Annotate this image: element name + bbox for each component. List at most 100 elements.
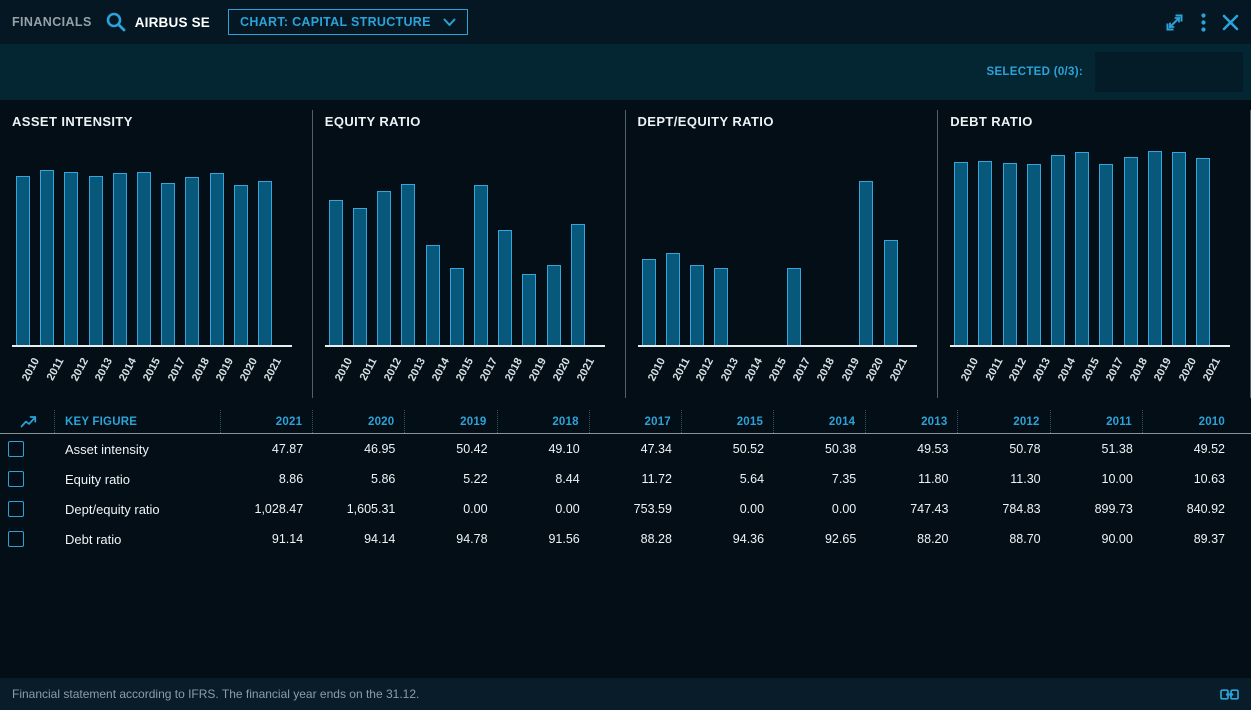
value-cell: 784.83 — [958, 502, 1050, 516]
bar-2020[interactable] — [1172, 152, 1186, 345]
x-tick-label: 2019 — [527, 356, 549, 383]
bar-2011[interactable] — [666, 253, 680, 345]
bar-2011[interactable] — [978, 161, 992, 346]
chart-plot — [626, 140, 939, 345]
bar-2017[interactable] — [1099, 164, 1113, 345]
value-cell: 747.43 — [866, 502, 958, 516]
x-tick-label: 2015 — [454, 356, 476, 383]
bar-2010[interactable] — [954, 162, 968, 345]
chart-plot — [0, 140, 313, 345]
row-checkbox[interactable] — [8, 501, 24, 517]
bar-2010[interactable] — [329, 200, 343, 345]
x-tick-label: 2017 — [791, 356, 813, 383]
bar-2020[interactable] — [234, 185, 248, 345]
bar-2018[interactable] — [1124, 157, 1138, 345]
checkbox-cell — [0, 471, 55, 487]
row-checkbox[interactable] — [8, 471, 24, 487]
value-cell: 11.72 — [590, 472, 682, 486]
close-icon[interactable] — [1222, 14, 1239, 31]
bar-2013[interactable] — [714, 268, 728, 345]
bar-2018[interactable] — [185, 177, 199, 345]
x-tick-label: 2011 — [45, 356, 67, 383]
row-checkbox[interactable] — [8, 531, 24, 547]
x-tick-label: 2014 — [743, 356, 765, 383]
chart-type-dropdown[interactable]: CHART: CAPITAL STRUCTURE — [228, 9, 468, 35]
x-tick-label: 2013 — [719, 356, 741, 383]
year-column-header: 2010 — [1143, 410, 1235, 433]
chart-panel-equity-ratio: EQUITY RATIO 201020112012201320142015201… — [313, 100, 626, 408]
year-column-header: 2013 — [866, 410, 958, 433]
bar-2012[interactable] — [690, 265, 704, 345]
bar-2014[interactable] — [113, 173, 127, 345]
x-tick-label: 2011 — [983, 356, 1005, 383]
bar-2019[interactable] — [522, 274, 536, 345]
x-tick-label: 2020 — [864, 356, 886, 383]
value-cell: 10.63 — [1143, 472, 1235, 486]
x-tick-label: 2021 — [575, 356, 597, 383]
bar-2014[interactable] — [426, 245, 440, 346]
bar-2013[interactable] — [401, 184, 415, 345]
bar-2010[interactable] — [16, 176, 30, 345]
value-cell: 5.64 — [682, 472, 774, 486]
bar-2015[interactable] — [1075, 152, 1089, 345]
bar-2019[interactable] — [1148, 151, 1162, 345]
x-tick-label: 2014 — [1056, 356, 1078, 383]
bar-2019[interactable] — [210, 173, 224, 345]
bar-2021[interactable] — [1196, 158, 1210, 345]
value-cell: 91.14 — [221, 532, 313, 546]
chart-title: DEPT/EQUITY RATIO — [638, 114, 774, 129]
bar-2017[interactable] — [161, 183, 175, 345]
selected-count-label: SELECTED (0/3): — [986, 66, 1083, 78]
bar-2013[interactable] — [1027, 164, 1041, 345]
x-tick-label: 2019 — [1152, 356, 1174, 383]
value-cell: 51.38 — [1051, 442, 1143, 456]
search-icon[interactable] — [104, 10, 128, 34]
value-cell: 840.92 — [1143, 502, 1235, 516]
selected-items-box[interactable] — [1095, 52, 1243, 92]
bar-2017[interactable] — [474, 185, 488, 345]
bar-2020[interactable] — [859, 181, 873, 346]
bar-2021[interactable] — [884, 240, 898, 345]
value-cell: 50.42 — [405, 442, 497, 456]
x-tick-label: 2015 — [1080, 356, 1102, 383]
x-tick-label: 2020 — [551, 356, 573, 383]
value-cell: 5.86 — [313, 472, 405, 486]
key-figure-label: Debt ratio — [55, 532, 221, 547]
bar-2012[interactable] — [377, 191, 391, 345]
financials-app: FINANCIALS AIRBUS SE CHART: CAPITAL STRU… — [0, 0, 1251, 710]
bar-2011[interactable] — [40, 170, 54, 346]
row-checkbox[interactable] — [8, 441, 24, 457]
expand-icon[interactable] — [1164, 12, 1185, 33]
value-cell: 49.52 — [1143, 442, 1235, 456]
bar-2015[interactable] — [137, 172, 151, 345]
x-tick-label: 2013 — [406, 356, 428, 383]
bar-2013[interactable] — [89, 176, 103, 345]
x-tick-label: 2020 — [238, 356, 260, 383]
value-cell: 753.59 — [590, 502, 682, 516]
bar-2012[interactable] — [1003, 163, 1017, 345]
value-cell: 89.37 — [1143, 532, 1235, 546]
kebab-menu-icon[interactable] — [1201, 13, 1206, 32]
bar-2018[interactable] — [498, 230, 512, 345]
x-tick-label: 2019 — [214, 356, 236, 383]
value-cell: 0.00 — [405, 502, 497, 516]
bar-2020[interactable] — [547, 265, 561, 345]
value-cell: 899.73 — [1051, 502, 1143, 516]
bar-2021[interactable] — [571, 224, 585, 345]
bar-2017[interactable] — [787, 268, 801, 345]
year-column-header: 2014 — [774, 410, 866, 433]
bar-2021[interactable] — [258, 181, 272, 345]
x-tick-label: 2017 — [478, 356, 500, 383]
chart-panel-asset-intensity: ASSET INTENSITY 201020112012201320142015… — [0, 100, 313, 408]
bar-2012[interactable] — [64, 172, 78, 346]
x-tick-label: 2012 — [694, 356, 716, 383]
bar-2015[interactable] — [450, 268, 464, 345]
x-tick-label: 2010 — [646, 356, 668, 383]
table-row: Dept/equity ratio1,028.471,605.310.000.0… — [0, 494, 1251, 524]
link-icon[interactable] — [1220, 689, 1239, 700]
bar-2014[interactable] — [1051, 155, 1065, 345]
year-column-header: 2020 — [313, 410, 405, 433]
bar-2010[interactable] — [642, 259, 656, 345]
top-bar: FINANCIALS AIRBUS SE CHART: CAPITAL STRU… — [0, 0, 1251, 44]
bar-2011[interactable] — [353, 208, 367, 345]
